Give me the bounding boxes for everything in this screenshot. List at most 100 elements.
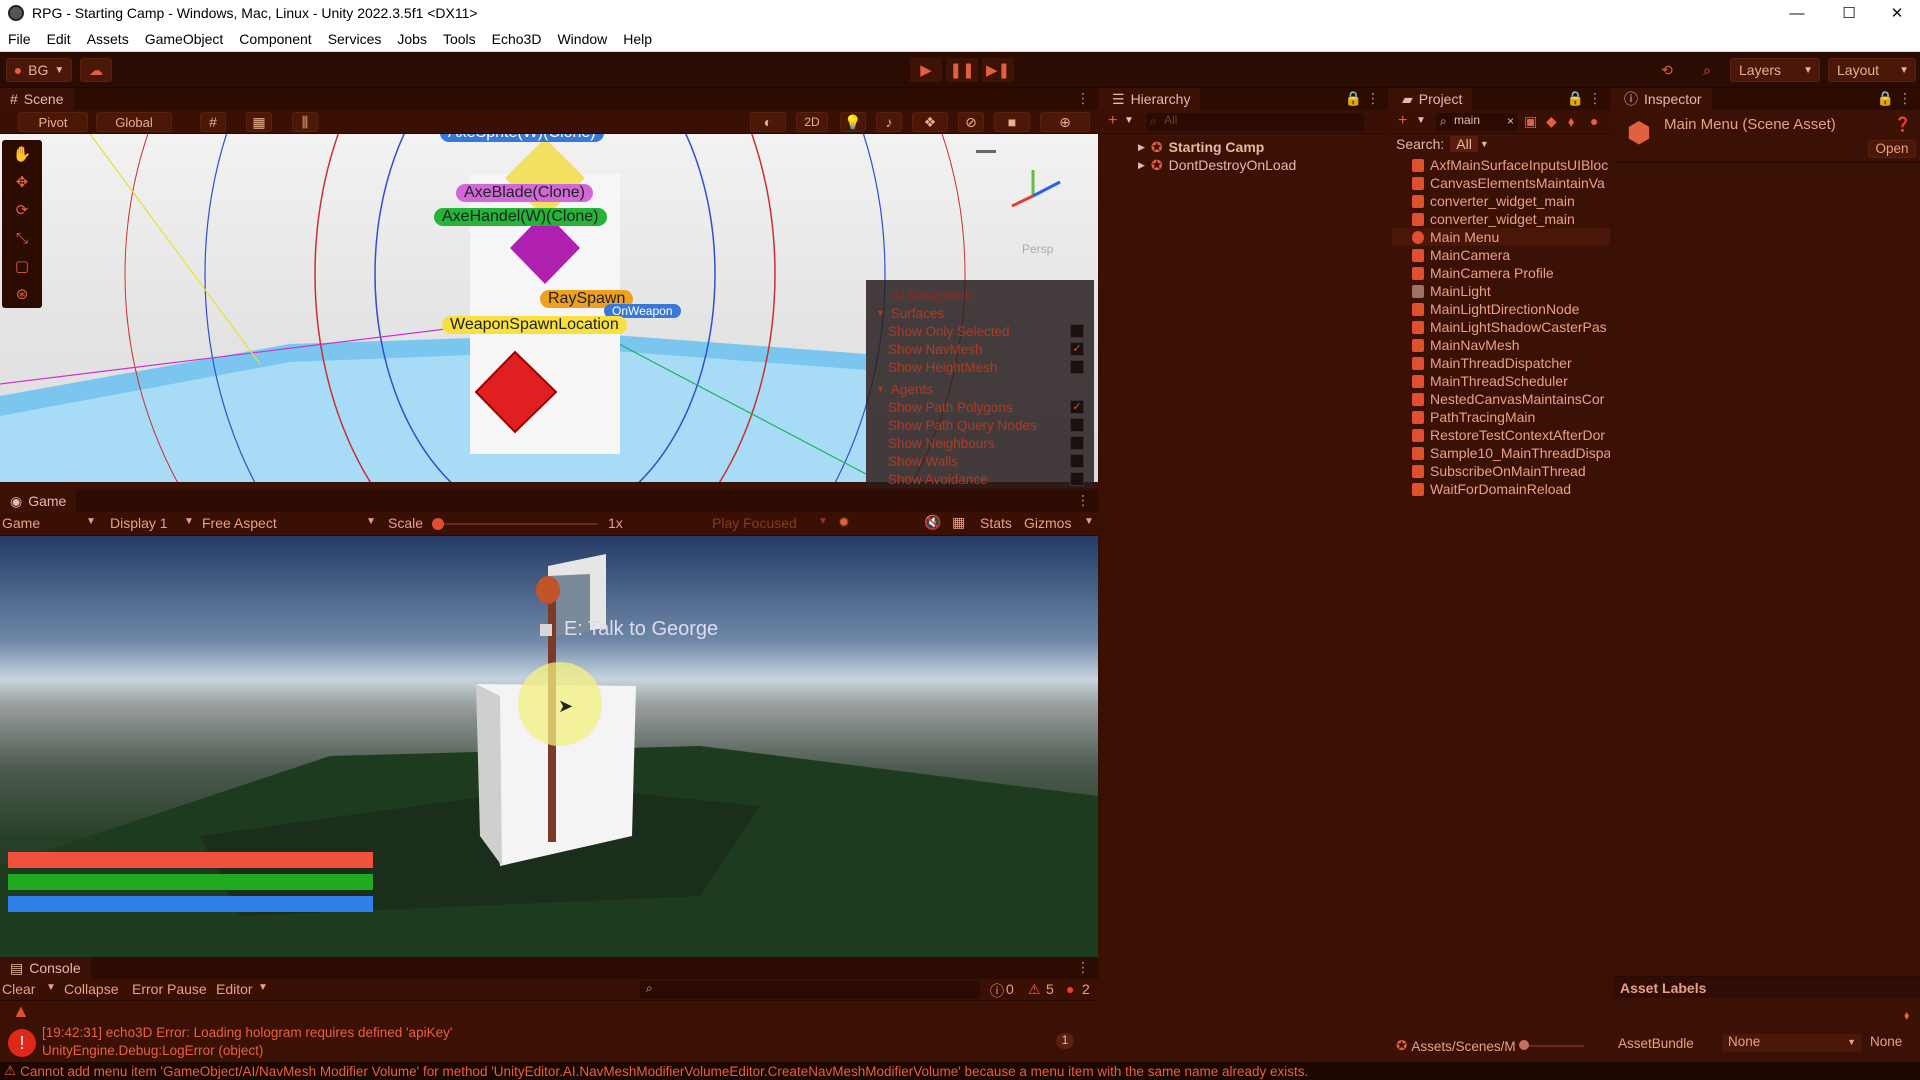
display-dropdown[interactable]: Display 1 [110, 515, 168, 531]
asset-item[interactable]: MainLightDirectionNode [1392, 300, 1610, 318]
effects-dropdown[interactable]: ❖ [912, 112, 948, 132]
asset-item[interactable]: WaitForDomainReload [1392, 480, 1610, 498]
asset-item[interactable]: RestoreTestContextAfterDor [1392, 426, 1610, 444]
tab-project[interactable]: ▰ Project [1392, 88, 1473, 110]
asset-item[interactable]: PathTracingMain [1392, 408, 1610, 426]
aspect-dropdown[interactable]: Free Aspect [202, 515, 277, 531]
menu-gameobject[interactable]: GameObject [137, 31, 232, 47]
tab-scene[interactable]: # Scene [0, 88, 74, 110]
play-focused-dropdown[interactable]: Play Focused [712, 515, 797, 531]
add-icon[interactable]: + [1398, 112, 1407, 130]
asset-item[interactable]: MainNavMesh [1392, 336, 1610, 354]
ai-nav-show-path-query-nodes[interactable]: Show Path Query Nodes [866, 416, 1094, 434]
ai-nav-show-neighbours[interactable]: Show Neighbours [866, 434, 1094, 452]
agents-header[interactable]: ▼ Agents [866, 380, 1094, 398]
rect-icon[interactable]: ▢ [15, 257, 29, 275]
console-search-input[interactable]: ⌕ [640, 981, 980, 999]
minimize-button[interactable]: — [1774, 0, 1820, 26]
ai-nav-show-avoidance[interactable]: Show Avoidance [866, 470, 1094, 488]
asset-item[interactable]: MainCamera Profile [1392, 264, 1610, 282]
asset-item-selected[interactable]: Main Menu [1392, 228, 1610, 246]
play-button[interactable]: ▶ [910, 58, 942, 82]
asset-item[interactable]: SubscribeOnMainThread [1392, 462, 1610, 480]
grid-visibility-button[interactable]: ▦ [246, 112, 272, 132]
cloud-button[interactable]: ☁ [80, 58, 112, 82]
pause-button[interactable]: ❚❚ [946, 58, 978, 82]
status-bar[interactable]: ⚠ Cannot add menu item 'GameObject/AI/Na… [0, 1062, 1920, 1080]
label-axehandel[interactable]: AxeHandel(W)(Clone) [434, 208, 607, 226]
checkbox[interactable] [1070, 436, 1084, 450]
clear-button[interactable]: Clear [2, 981, 35, 997]
ai-nav-show-only-selected[interactable]: Show Only Selected [866, 322, 1094, 340]
ai-nav-show-path-polygons[interactable]: Show Path Polygons ✓ [866, 398, 1094, 416]
error-icon[interactable]: ● [1066, 981, 1074, 997]
label-axeblade[interactable]: AxeBlade(Clone) [456, 184, 593, 202]
search-button[interactable]: ⌕ [1692, 58, 1722, 82]
checkbox[interactable] [1070, 360, 1084, 374]
asset-item[interactable]: MainThreadDispatcher [1392, 354, 1610, 372]
tag-icon[interactable]: ⬧ [1904, 1008, 1909, 1023]
menu-file[interactable]: File [0, 31, 39, 47]
asset-item[interactable]: MainCamera [1392, 246, 1610, 264]
increment-snap-button[interactable]: ⫼ [292, 112, 318, 132]
scale-icon[interactable]: ⤡ [16, 230, 28, 247]
checkbox[interactable] [1070, 454, 1084, 468]
menu-jobs[interactable]: Jobs [389, 31, 435, 47]
clear-search-icon[interactable]: × [1507, 114, 1514, 128]
gizmos-dropdown[interactable]: ⊕ [1040, 112, 1090, 132]
tab-game[interactable]: ◉ Game [0, 490, 77, 512]
more-options-icon[interactable]: ⋮ [1076, 959, 1090, 976]
account-button[interactable]: ● BG ▼ [6, 58, 72, 82]
console-entry[interactable]: ! [19:42:31] echo3D Error: Loading holog… [0, 1023, 1088, 1061]
add-icon[interactable]: + [1108, 112, 1117, 130]
menu-component[interactable]: Component [231, 31, 319, 47]
lock-icon[interactable]: 🔒 [1877, 90, 1894, 107]
ai-nav-show-walls[interactable]: Show Walls [866, 452, 1094, 470]
asset-labels-header[interactable]: Asset Labels [1614, 976, 1920, 998]
draw-mode-button[interactable]: ◐ [750, 112, 786, 132]
label-axesprite[interactable]: AxeSprite(W)(Clone) [440, 134, 604, 142]
tag-icon[interactable]: ⬧ [1568, 113, 1574, 130]
asset-item[interactable]: MainLightShadowCasterPas [1392, 318, 1610, 336]
lock-icon[interactable]: 🔒 [1345, 90, 1362, 107]
more-options-icon[interactable]: ⋮ [1366, 90, 1380, 107]
error-pause-button[interactable]: Error Pause [132, 981, 207, 997]
checkbox[interactable] [1070, 324, 1084, 338]
game-mode-dropdown[interactable]: Game [2, 515, 40, 531]
more-options-icon[interactable]: ⋮ [1076, 90, 1090, 107]
layers-dropdown[interactable]: Layers ▼ [1730, 58, 1820, 82]
history-button[interactable]: ⟲ [1652, 58, 1682, 82]
mute-audio-icon[interactable]: 🔇 [924, 514, 941, 531]
project-search-input[interactable]: ⌕ main × [1436, 113, 1518, 131]
icon-size-slider[interactable] [1518, 1040, 1584, 1050]
assetbundle-dropdown[interactable]: None ▼ [1722, 1034, 1862, 1052]
lighting-toggle[interactable]: 💡 [840, 112, 866, 132]
assetbundle-variant-dropdown[interactable]: None [1866, 1034, 1920, 1052]
hand-icon[interactable]: ✋ [13, 145, 32, 163]
stats-grid-icon[interactable]: ▦ [952, 514, 965, 531]
hierarchy-search-input[interactable]: ⌕ All [1146, 113, 1364, 131]
game-viewport[interactable]: E: Talk to George ➤ [0, 536, 1098, 957]
hidden-objects-toggle[interactable]: ⊘ [958, 112, 984, 132]
pivot-dropdown[interactable]: Pivot [18, 112, 88, 132]
asset-item[interactable]: CanvasElementsMaintainVa [1392, 174, 1610, 192]
grid-snap-button[interactable]: # [200, 112, 226, 132]
checkbox-checked[interactable]: ✓ [1070, 400, 1084, 414]
collapse-button[interactable]: Collapse [64, 981, 118, 997]
step-button[interactable]: ▶❚ [982, 58, 1014, 82]
menu-edit[interactable]: Edit [39, 31, 79, 47]
more-options-icon[interactable]: ⋮ [1898, 90, 1912, 107]
menu-tools[interactable]: Tools [435, 31, 484, 47]
asset-item[interactable]: AxfMainSurfaceInputsUIBloc [1392, 156, 1610, 174]
camera-dropdown[interactable]: ■ [994, 112, 1030, 132]
layout-dropdown[interactable]: Layout ▼ [1828, 58, 1916, 82]
ai-nav-show-heightmesh[interactable]: Show HeightMesh [866, 358, 1094, 376]
ai-nav-show-navmesh[interactable]: Show NavMesh ✓ [866, 340, 1094, 358]
surfaces-header[interactable]: ▼ Surfaces [866, 304, 1094, 322]
asset-item[interactable]: NestedCanvasMaintainsCor [1392, 390, 1610, 408]
global-dropdown[interactable]: Global [96, 112, 172, 132]
more-options-icon[interactable]: ⋮ [1588, 90, 1602, 107]
more-options-icon[interactable]: ⋮ [1076, 492, 1090, 509]
transform-icon[interactable]: ⊛ [16, 285, 29, 303]
favorite-icon[interactable]: ● [1590, 113, 1598, 129]
